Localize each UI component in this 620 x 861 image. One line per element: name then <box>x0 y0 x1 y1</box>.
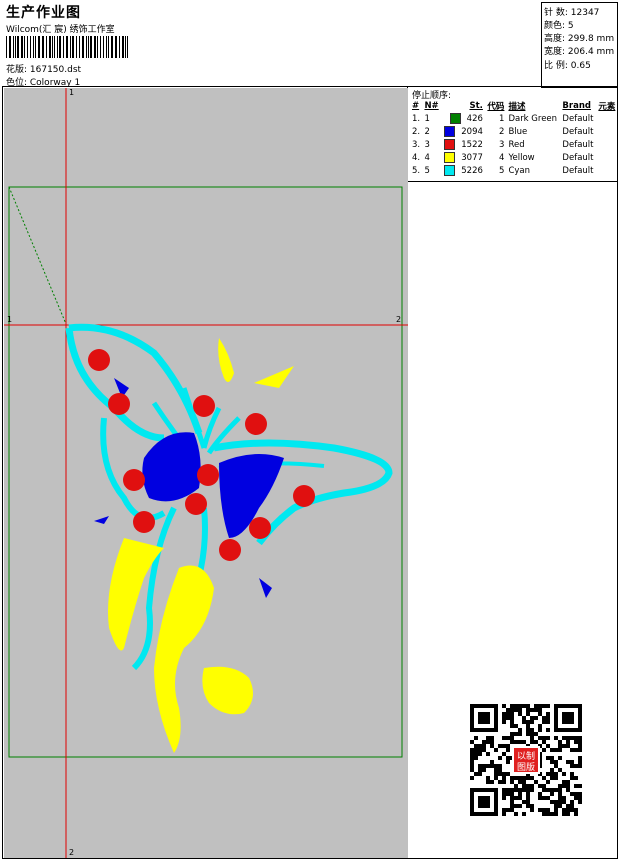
stop-needle: 3 <box>424 139 430 150</box>
stop-index: 2. <box>412 126 421 137</box>
stop-brand: Default <box>562 165 594 176</box>
stop-needle: 2 <box>424 126 430 137</box>
tail-yellow-center <box>154 565 214 753</box>
stamp-text-top: 以制 <box>517 750 535 762</box>
color-swatch <box>444 152 456 163</box>
stop-stitches: 1522 <box>441 138 485 151</box>
color-swatch <box>449 113 461 124</box>
stat-height: 高度: 299.8 mm <box>544 31 614 44</box>
axis-label-top: 1 <box>69 88 75 97</box>
stop-index: 4. <box>412 152 421 163</box>
stop-row: 2. 2 2094 2 Blue Default <box>410 125 618 138</box>
stat-width-value: 206.4 mm <box>567 47 615 57</box>
stop-code: 3 <box>499 139 505 150</box>
stop-row: 4. 4 3077 4 Yellow Default <box>410 151 618 164</box>
stop-stitches: 426 <box>441 112 485 125</box>
stop-element <box>596 164 618 177</box>
stat-width: 宽度: 206.4 mm <box>544 44 614 57</box>
stop-element <box>596 125 618 138</box>
stat-height-value: 299.8 mm <box>567 34 615 44</box>
stat-scale-label: 比 例: <box>544 61 568 71</box>
col-stitches: St. <box>469 101 483 111</box>
tail-yellow-curl <box>202 666 253 715</box>
stop-description: Dark Green <box>508 113 558 124</box>
stop-stitches: 2094 <box>441 125 485 138</box>
stop-needle: 4 <box>424 152 430 163</box>
stop-code: 5 <box>499 165 505 176</box>
stop-table-header: # N# St. 代码 描述 Brand 元素 <box>410 100 618 112</box>
antenna-yellow <box>218 338 294 388</box>
stop-element <box>596 151 618 164</box>
stop-index: 3. <box>412 139 421 150</box>
stop-description: Cyan <box>508 165 530 176</box>
stat-colors-value: 5 <box>567 21 574 31</box>
stat-colors-label: 颜色: <box>544 21 566 31</box>
col-description: 描述 <box>508 102 526 112</box>
axis-label-bottom: 2 <box>69 848 75 857</box>
stop-brand: Default <box>562 152 594 163</box>
page-title: 生产作业图 <box>6 5 81 21</box>
stop-stitch-count: 1522 <box>461 140 483 150</box>
stat-height-label: 高度: <box>544 34 566 44</box>
butterfly-artwork <box>65 323 393 753</box>
start-path-line <box>8 186 67 325</box>
stop-stitch-count: 5226 <box>461 166 483 176</box>
qr-code: 以制 图版 <box>470 704 582 816</box>
tail-yellow-left <box>108 538 164 651</box>
stop-brand: Default <box>562 126 594 137</box>
color-swatch <box>444 126 456 137</box>
embroidery-preview <box>4 88 408 858</box>
stop-stitch-count: 2094 <box>461 127 483 137</box>
stamp-text-bottom: 图版 <box>517 761 535 773</box>
stop-element <box>596 138 618 151</box>
stop-row: 1. 1 426 1 Dark Green Default <box>410 112 618 125</box>
col-code: 代码 <box>487 102 505 112</box>
stop-needle: 1 <box>424 113 430 124</box>
stop-index: 5. <box>412 165 421 176</box>
col-element: 元素 <box>598 102 616 112</box>
stop-description: Blue <box>508 126 528 137</box>
stat-stitches-label: 针 数: <box>544 8 568 18</box>
stat-colors: 颜色: 5 <box>544 18 574 31</box>
stop-brand: Default <box>562 113 594 124</box>
stat-width-label: 宽度: <box>544 47 566 57</box>
stat-scale: 比 例: 0.65 <box>544 58 591 71</box>
stop-needle: 5 <box>424 165 430 176</box>
col-index: # <box>412 101 420 111</box>
stop-stitches: 5226 <box>441 164 485 177</box>
stop-stitches: 3077 <box>441 151 485 164</box>
left-wing-fill <box>142 432 201 502</box>
axis-label-left: 1 <box>7 315 13 324</box>
studio-subtitle: Wilcom(汇 宸) 绣饰工作室 <box>6 25 115 35</box>
stat-stitches-value: 12347 <box>570 8 600 18</box>
design-file-label: 花版: 167150.dst <box>6 65 82 75</box>
stop-description: Yellow <box>508 152 535 163</box>
qr-code-graphic: 以制 图版 <box>470 704 582 816</box>
left-upper-wing-outline <box>65 323 203 442</box>
col-brand: Brand <box>562 101 591 111</box>
stop-code: 4 <box>499 152 505 163</box>
stat-scale-value: 0.65 <box>570 61 591 71</box>
stop-code: 1 <box>499 113 505 124</box>
color-swatch <box>444 139 456 150</box>
stop-element <box>596 112 618 125</box>
axis-label-right: 2 <box>396 315 402 324</box>
color-swatch <box>444 165 456 176</box>
barcode <box>6 36 128 58</box>
stop-stitch-count: 426 <box>466 114 483 124</box>
col-n: N# <box>424 101 439 111</box>
stop-row: 5. 5 5226 5 Cyan Default <box>410 164 618 177</box>
stop-description: Red <box>508 139 525 150</box>
stop-code: 2 <box>499 126 505 137</box>
stop-brand: Default <box>562 139 594 150</box>
stop-row: 3. 3 1522 3 Red Default <box>410 138 618 151</box>
stop-stitch-count: 3077 <box>461 153 483 163</box>
stat-stitches: 针 数: 12347 <box>544 5 599 18</box>
stop-index: 1. <box>412 113 421 124</box>
stop-sequence-table: # N# St. 代码 描述 Brand 元素 1. 1 426 1 Dark Gree… <box>410 100 618 177</box>
design-canvas: 1 2 1 2 <box>4 88 408 858</box>
